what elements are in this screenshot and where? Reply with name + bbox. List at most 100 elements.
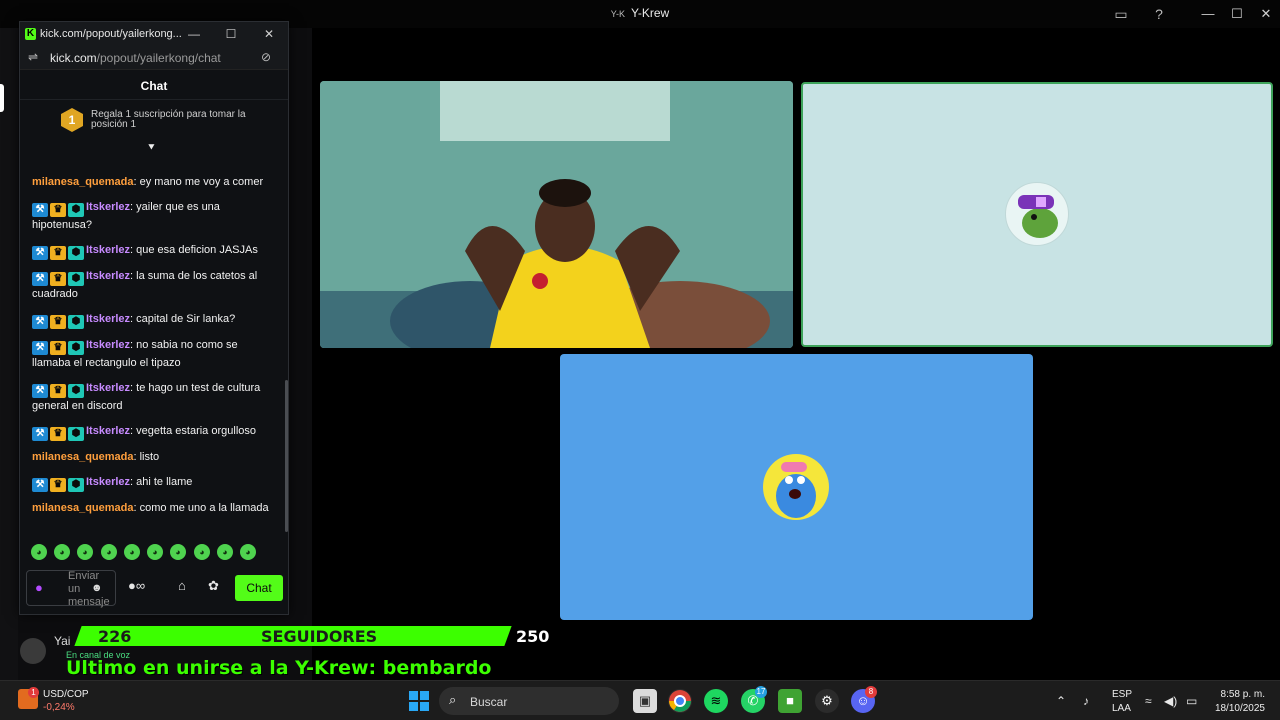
clock-date[interactable]: 18/10/2025	[1205, 703, 1265, 714]
chat-username[interactable]: milanesa_quemada	[32, 176, 134, 188]
pinned-toggle[interactable]: ⯆	[20, 142, 288, 156]
mod-badge-icon[interactable]: ⚒	[32, 246, 48, 260]
settings-gear-icon[interactable]: ✿	[208, 578, 219, 594]
subscriber-badge-icon[interactable]: ♛	[50, 246, 66, 260]
chat-username[interactable]: Itskerlez	[86, 201, 130, 213]
minimize-button[interactable]: —	[1196, 4, 1220, 24]
emote-icon[interactable]: ◕	[77, 544, 93, 560]
chevron-up-icon[interactable]: ⌃	[1056, 694, 1066, 708]
microphone-icon[interactable]: ●	[35, 580, 49, 596]
emote-icon[interactable]: ◕	[217, 544, 233, 560]
chat-username[interactable]: Itskerlez	[86, 270, 130, 282]
chat-username[interactable]: Itskerlez	[86, 244, 130, 256]
chat-message[interactable]: ⚒ ♛ ⬢ Itskerlez: que esa deficion JASJAs	[20, 242, 288, 260]
subscriber-badge-icon[interactable]: ♛	[50, 427, 66, 441]
chat-message-input[interactable]: ● Enviar un mensaje ☻	[26, 570, 116, 608]
chat-message[interactable]: milanesa_quemada: listo	[20, 449, 288, 466]
help-icon[interactable]: ?	[1149, 4, 1169, 24]
mod-badge-icon[interactable]: ⚒	[32, 427, 48, 441]
subscriber-badge-icon[interactable]: ♛	[50, 315, 66, 329]
emote-icon[interactable]: ◕	[31, 544, 47, 560]
mod-badge-icon[interactable]: ⚒	[32, 478, 48, 492]
chat-message[interactable]: milanesa_quemada: ey mano me voy a comer	[20, 174, 288, 191]
spotify-icon[interactable]: ≋	[704, 689, 728, 713]
chat-send-button[interactable]: Chat	[235, 575, 283, 601]
emote-icon[interactable]: ◕	[147, 544, 163, 560]
battery-icon[interactable]: ▭	[1186, 694, 1197, 708]
minecraft-icon[interactable]: ■	[778, 689, 802, 713]
og-badge-icon[interactable]: ⬢	[68, 427, 84, 441]
chat-username[interactable]: Itskerlez	[86, 476, 130, 488]
og-badge-icon[interactable]: ⬢	[68, 272, 84, 286]
emote-icon[interactable]: ◕	[101, 544, 117, 560]
pin-icon[interactable]: ⯆	[147, 142, 156, 155]
chat-message-text: : como me uno a la llamada	[133, 502, 269, 514]
task-view-icon[interactable]: ▣	[633, 689, 657, 713]
subscriber-badge-icon[interactable]: ♛	[50, 272, 66, 286]
chat-username[interactable]: Itskerlez	[86, 339, 130, 351]
emote-icon[interactable]: ◕	[124, 544, 140, 560]
guest-avatar-art	[1018, 195, 1058, 238]
chat-message[interactable]: ⚒ ♛ ⬢ Itskerlez: ahi te llame	[20, 474, 288, 492]
app-icon[interactable]: ⚙	[815, 689, 839, 713]
gift-sub-promo[interactable]: 1 Regala 1 suscripción para tomar la pos…	[20, 100, 288, 142]
mod-badge-icon[interactable]: ⚒	[32, 272, 48, 286]
webcam-tile[interactable]	[320, 81, 793, 348]
points-icon[interactable]: ●∞	[128, 578, 145, 593]
close-button[interactable]: ✕	[1254, 4, 1278, 24]
inbox-icon[interactable]: ▭	[1111, 4, 1131, 24]
eye-off-icon[interactable]: ⊘	[261, 50, 271, 64]
guest-tile[interactable]	[801, 82, 1273, 347]
chat-username[interactable]: milanesa_quemada	[32, 451, 134, 463]
emote-icon[interactable]: ◕	[170, 544, 186, 560]
subscriber-badge-icon[interactable]: ♛	[50, 341, 66, 355]
chat-username[interactable]: Itskerlez	[86, 313, 130, 325]
chat-message[interactable]: ⚒ ♛ ⬢ Itskerlez: yailer que es una hipotenu…	[20, 199, 288, 234]
mod-badge-icon[interactable]: ⚒	[32, 384, 48, 398]
chat-message[interactable]: milanesa_quemada: como me uno a la llama…	[20, 500, 288, 517]
chat-maximize-button[interactable]: ☐	[221, 25, 241, 43]
address-bar[interactable]: ⇌ kick.com/popout/yailerkong/chat ⊘	[20, 46, 288, 70]
chat-message[interactable]: ⚒ ♛ ⬢ Itskerlez: la suma de los catetos al …	[20, 268, 288, 303]
clock-time[interactable]: 8:58 p. m.	[1215, 689, 1265, 700]
chat-minimize-button[interactable]: —	[184, 25, 204, 43]
chat-close-button[interactable]: ✕	[259, 25, 279, 43]
emote-icon[interactable]: ◕	[194, 544, 210, 560]
og-badge-icon[interactable]: ⬢	[68, 341, 84, 355]
emoji-icon[interactable]: ☻	[91, 582, 103, 594]
chat-message[interactable]: ⚒ ♛ ⬢ Itskerlez: no sabia no como se llamab…	[20, 337, 288, 372]
store-icon[interactable]: ⌂	[178, 578, 186, 593]
subscriber-badge-icon[interactable]: ♛	[50, 384, 66, 398]
chat-message[interactable]: ⚒ ♛ ⬢ Itskerlez: capital de Sir lanka?	[20, 311, 288, 329]
chat-username[interactable]: Itskerlez	[86, 425, 130, 437]
emote-icon[interactable]: ◕	[54, 544, 70, 560]
windows-start-icon[interactable]	[409, 691, 429, 711]
chat-message[interactable]: ⚒ ♛ ⬢ Itskerlez: te hago un test de cultura…	[20, 380, 288, 415]
wifi-icon[interactable]: ≈	[1145, 694, 1152, 708]
site-settings-icon[interactable]: ⇌	[28, 50, 38, 64]
subscriber-badge-icon[interactable]: ♛	[50, 478, 66, 492]
blue-participant-tile[interactable]	[560, 354, 1033, 620]
chat-scrollbar[interactable]	[285, 380, 288, 532]
chrome-icon[interactable]	[668, 689, 692, 713]
language-bottom[interactable]: LAA	[1112, 703, 1131, 714]
og-badge-icon[interactable]: ⬢	[68, 203, 84, 217]
og-badge-icon[interactable]: ⬢	[68, 246, 84, 260]
language-top[interactable]: ESP	[1112, 689, 1132, 700]
mod-badge-icon[interactable]: ⚒	[32, 203, 48, 217]
chat-username[interactable]: Itskerlez	[86, 382, 130, 394]
microphone-tray-icon[interactable]: ♪	[1083, 694, 1089, 708]
og-badge-icon[interactable]: ⬢	[68, 478, 84, 492]
volume-icon[interactable]: ◀)	[1164, 694, 1177, 708]
maximize-button[interactable]: ☐	[1225, 4, 1249, 24]
og-badge-icon[interactable]: ⬢	[68, 384, 84, 398]
chat-username[interactable]: milanesa_quemada	[32, 502, 134, 514]
taskbar-search[interactable]: ⌕ Buscar	[439, 687, 619, 715]
chat-message[interactable]: ⚒ ♛ ⬢ Itskerlez: vegetta estaria orgulloso	[20, 423, 288, 441]
mod-badge-icon[interactable]: ⚒	[32, 315, 48, 329]
emote-icon[interactable]: ◕	[240, 544, 256, 560]
og-badge-icon[interactable]: ⬢	[68, 315, 84, 329]
subscriber-badge-icon[interactable]: ♛	[50, 203, 66, 217]
mod-badge-icon[interactable]: ⚒	[32, 341, 48, 355]
chat-message-list[interactable]: milanesa_quemada: ey mano me voy a comer…	[20, 174, 288, 536]
